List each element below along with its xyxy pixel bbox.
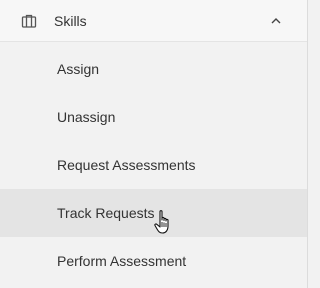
submenu-item-unassign[interactable]: Unassign xyxy=(0,93,307,141)
skills-submenu: Assign Unassign Request Assessments Trac… xyxy=(0,45,307,285)
chevron-up-icon[interactable] xyxy=(269,14,283,28)
skills-section-label: Skills xyxy=(54,12,87,29)
submenu-item-track-requests[interactable]: Track Requests xyxy=(0,189,307,237)
briefcase-icon xyxy=(20,12,38,30)
skills-menu: Skills Assign Unassign Request Assessmen… xyxy=(0,0,308,288)
submenu-item-request-assessments[interactable]: Request Assessments xyxy=(0,141,307,189)
submenu-item-perform-assessment[interactable]: Perform Assessment xyxy=(0,237,307,285)
submenu-item-assign[interactable]: Assign xyxy=(0,45,307,93)
skills-section-header[interactable]: Skills xyxy=(0,0,307,42)
